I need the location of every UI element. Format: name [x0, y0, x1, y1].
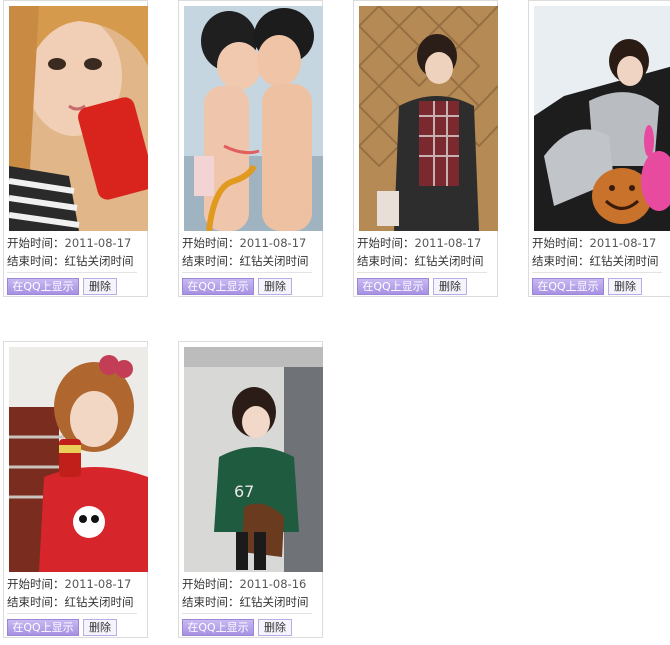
start-time-row: 开始时间：2011-08-16	[182, 577, 306, 592]
start-date: 2011-08-17	[414, 236, 482, 250]
delete-button[interactable]: 删除	[258, 278, 292, 295]
delete-button[interactable]: 删除	[433, 278, 467, 295]
photo-girl-red-shirt[interactable]	[9, 347, 148, 572]
end-time-value: 红钻关闭时间	[64, 595, 134, 609]
end-time-value: 红钻关闭时间	[589, 254, 659, 268]
show-on-qq-button[interactable]: 在QQ上显示	[7, 278, 79, 295]
divider	[7, 613, 137, 614]
delete-button[interactable]: 删除	[83, 278, 117, 295]
divider	[182, 613, 312, 614]
show-on-qq-button[interactable]: 在QQ上显示	[182, 619, 254, 636]
end-time-label: 结束时间：	[7, 595, 65, 609]
start-time-row: 开始时间：2011-08-17	[7, 236, 131, 251]
start-date: 2011-08-17	[589, 236, 657, 250]
item-card: 开始时间：2011-08-17 结束时间：红钻关闭时间 在QQ上显示 删除	[3, 341, 148, 638]
end-time-value: 红钻关闭时间	[414, 254, 484, 268]
item-card: 67 开始时间：2011-08-16 结束时间：红钻关闭时间 在QQ上显示 删除	[178, 341, 323, 638]
show-on-qq-button[interactable]: 在QQ上显示	[532, 278, 604, 295]
end-time-label: 结束时间：	[357, 254, 415, 268]
start-date: 2011-08-17	[239, 236, 307, 250]
end-time-row: 结束时间：红钻关闭时间	[7, 595, 134, 610]
delete-button[interactable]: 删除	[258, 619, 292, 636]
delete-button[interactable]: 删除	[83, 619, 117, 636]
end-time-row: 结束时间：红钻关闭时间	[182, 254, 309, 269]
end-time-row: 结束时间：红钻关闭时间	[182, 595, 309, 610]
end-time-row: 结束时间：红钻关闭时间	[7, 254, 134, 269]
svg-text:67: 67	[234, 482, 254, 501]
divider	[182, 272, 312, 273]
end-time-label: 结束时间：	[182, 254, 240, 268]
end-time-value: 红钻关闭时间	[239, 595, 309, 609]
start-time-label: 开始时间：	[182, 577, 240, 591]
start-time-label: 开始时间：	[532, 236, 590, 250]
start-time-row: 开始时间：2011-08-17	[532, 236, 656, 251]
show-on-qq-button[interactable]: 在QQ上显示	[182, 278, 254, 295]
item-card: 开始时间：2011-08-17 结束时间：红钻关闭时间 在QQ上显示 删除	[528, 0, 670, 297]
photo-girl-green-hoodie[interactable]: 67	[184, 347, 323, 572]
divider	[532, 272, 662, 273]
item-card: 开始时间：2011-08-17 结束时间：红钻关闭时间 在QQ上显示 删除	[353, 0, 498, 297]
item-card: 开始时间：2011-08-17 结束时间：红钻关闭时间 在QQ上显示 删除	[178, 0, 323, 297]
start-time-label: 开始时间：	[357, 236, 415, 250]
end-time-label: 结束时间：	[7, 254, 65, 268]
start-time-label: 开始时间：	[7, 236, 65, 250]
end-time-value: 红钻关闭时间	[64, 254, 134, 268]
start-time-row: 开始时间：2011-08-17	[182, 236, 306, 251]
start-time-row: 开始时间：2011-08-17	[357, 236, 481, 251]
photo-girl-with-cola-can[interactable]	[9, 6, 148, 231]
end-time-value: 红钻关闭时间	[239, 254, 309, 268]
show-on-qq-button[interactable]: 在QQ上显示	[7, 619, 79, 636]
start-time-label: 开始时间：	[182, 236, 240, 250]
end-time-row: 结束时间：红钻关闭时间	[357, 254, 484, 269]
show-on-qq-button[interactable]: 在QQ上显示	[357, 278, 429, 295]
end-time-label: 结束时间：	[532, 254, 590, 268]
photo-girl-in-car[interactable]	[534, 6, 670, 231]
photo-girl-plaid-shirt[interactable]	[359, 6, 498, 231]
end-time-row: 结束时间：红钻关闭时间	[532, 254, 659, 269]
start-time-label: 开始时间：	[7, 577, 65, 591]
start-date: 2011-08-17	[64, 577, 132, 591]
divider	[7, 272, 137, 273]
end-time-label: 结束时间：	[182, 595, 240, 609]
start-time-row: 开始时间：2011-08-17	[7, 577, 131, 592]
start-date: 2011-08-17	[64, 236, 132, 250]
delete-button[interactable]: 删除	[608, 278, 642, 295]
divider	[357, 272, 487, 273]
photo-two-children[interactable]	[184, 6, 323, 231]
start-date: 2011-08-16	[239, 577, 307, 591]
item-card: 开始时间：2011-08-17 结束时间：红钻关闭时间 在QQ上显示 删除	[3, 0, 148, 297]
